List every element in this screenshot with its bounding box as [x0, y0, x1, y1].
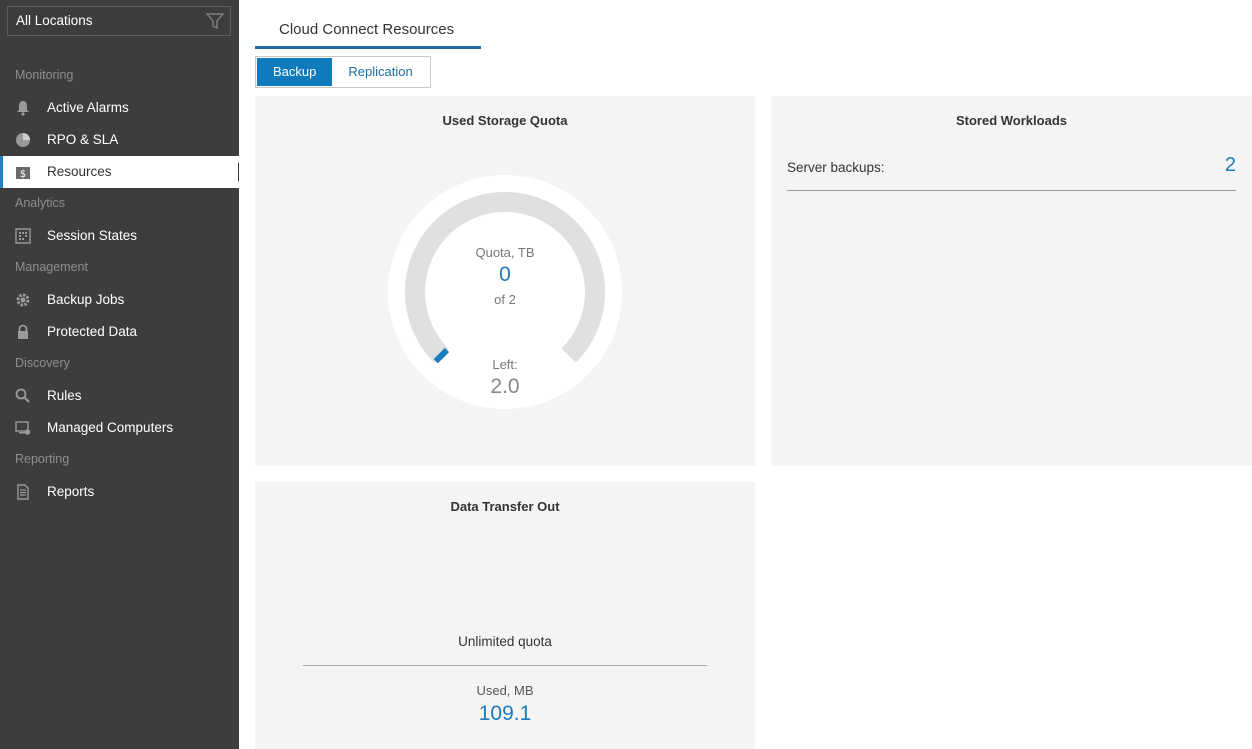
stored-workloads-card: Stored Workloads Server backups: 2 — [771, 96, 1252, 466]
server-backups-row: Server backups: 2 — [787, 154, 1236, 191]
sidebar-item-label: Managed Computers — [47, 420, 174, 435]
server-backups-value[interactable]: 2 — [1225, 154, 1236, 177]
sidebar-item-label: Protected Data — [47, 324, 138, 339]
used-mb-value: 109.1 — [478, 702, 532, 725]
grid-icon — [15, 228, 31, 244]
backup-segment-button[interactable]: Backup — [257, 58, 333, 86]
bell-icon — [17, 101, 29, 116]
sidebar-item-label: Reports — [47, 484, 95, 499]
section-monitoring: Monitoring — [15, 68, 74, 82]
data-transfer-out-card: Data Transfer Out Unlimited quota Used, … — [255, 482, 755, 749]
sidebar: All Locations Monitoring Active Alarms R… — [0, 0, 239, 749]
left-value: 2.0 — [490, 375, 520, 398]
sidebar-item-rules[interactable]: Rules — [0, 380, 239, 412]
sidebar-item-label: Backup Jobs — [47, 292, 125, 307]
svg-text:$: $ — [20, 169, 26, 180]
divider — [303, 665, 707, 666]
left-label: Left: — [492, 357, 518, 372]
card-title: Data Transfer Out — [450, 499, 560, 514]
replication-segment-button[interactable]: Replication — [332, 58, 428, 86]
sidebar-item-managed-computers[interactable]: Managed Computers — [0, 412, 239, 444]
sidebar-item-label: Session States — [47, 228, 138, 243]
section-reporting: Reporting — [15, 452, 70, 466]
gear-icon — [16, 293, 30, 307]
tab-cloud-connect-resources[interactable]: Cloud Connect Resources — [255, 12, 481, 49]
pie-chart-icon — [16, 133, 30, 147]
quota-gauge: Quota, TB 0 of 2 Left: 2.0 — [388, 175, 622, 409]
sidebar-item-resources[interactable]: $ Resources — [0, 156, 239, 188]
location-select-value: All Locations — [16, 13, 93, 28]
section-management: Management — [15, 260, 88, 274]
sidebar-item-label: Rules — [47, 388, 82, 403]
money-box-icon: $ — [16, 167, 30, 180]
sidebar-item-label: RPO & SLA — [47, 132, 119, 147]
report-document-icon — [17, 484, 29, 500]
quota-of-label: of 2 — [494, 292, 516, 307]
sidebar-item-reports[interactable]: Reports — [0, 476, 239, 508]
section-discovery: Discovery — [15, 356, 70, 370]
card-title: Used Storage Quota — [442, 113, 568, 128]
sidebar-item-session-states[interactable]: Session States — [0, 220, 239, 252]
card-title: Stored Workloads — [955, 113, 1067, 128]
search-rules-icon — [15, 388, 30, 403]
quota-used-value: 0 — [499, 263, 511, 286]
sidebar-item-label: Resources — [47, 164, 112, 179]
computer-gear-icon — [15, 421, 31, 435]
lock-icon — [18, 324, 28, 339]
used-storage-quota-card: Used Storage Quota Quota, TB 0 of 2 Left… — [255, 96, 755, 466]
sidebar-item-backup-jobs[interactable]: Backup Jobs — [0, 284, 239, 316]
location-select[interactable]: All Locations — [7, 6, 231, 36]
server-backups-label: Server backups: — [787, 160, 885, 175]
section-analytics: Analytics — [15, 196, 66, 210]
quota-label: Quota, TB — [475, 245, 535, 260]
filter-icon[interactable] — [206, 12, 224, 30]
sidebar-item-protected-data[interactable]: Protected Data — [0, 316, 239, 348]
backup-replication-toggle: Backup Replication — [255, 56, 431, 88]
sidebar-item-rpo-sla[interactable]: RPO & SLA — [0, 124, 239, 156]
sidebar-item-label: Active Alarms — [47, 100, 129, 115]
unlimited-quota-text: Unlimited quota — [458, 634, 552, 649]
sidebar-item-active-alarms[interactable]: Active Alarms — [0, 92, 239, 124]
used-mb-label: Used, MB — [476, 683, 534, 698]
